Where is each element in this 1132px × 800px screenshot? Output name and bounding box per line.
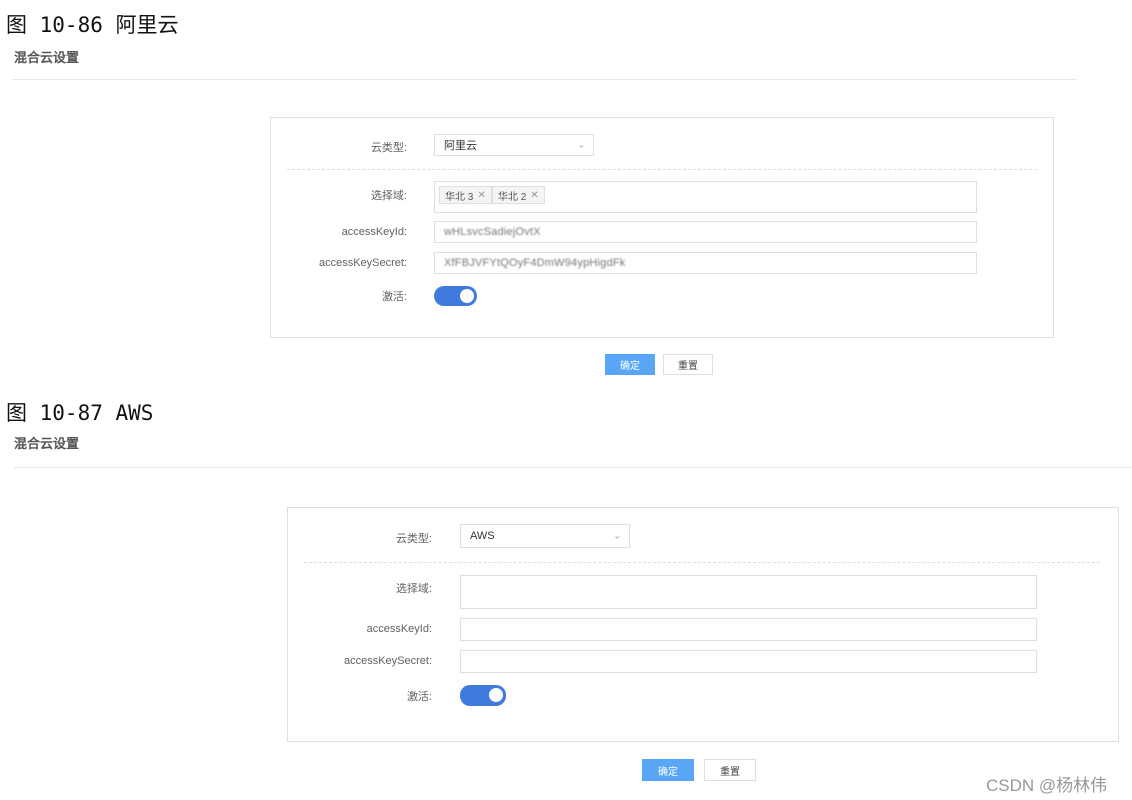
confirm-button[interactable]: 确定 xyxy=(642,759,694,781)
activate-label: 激活: xyxy=(381,291,407,303)
dashed-separator xyxy=(287,169,1037,170)
access-key-id-value: wHLsvcSadiejOvtX xyxy=(444,226,541,238)
cloud-type-value: AWS xyxy=(470,530,495,542)
confirm-button[interactable]: 确定 xyxy=(605,354,655,375)
settings-panel-2: 云类型: AWS ⌄ 选择域: accessKeyId: accessKeySe… xyxy=(287,507,1119,742)
section-title-2: 混合云设置 xyxy=(14,436,80,451)
access-key-secret-label: accessKeySecret: xyxy=(343,655,432,667)
region-tag-label: 华北 3 xyxy=(445,191,474,203)
settings-panel-1: 云类型: 阿里云 ⌄ 选择域: 华北 3 ✕ 华北 2 ✕ accessKeyI… xyxy=(270,117,1054,338)
figure-caption-1: 图 10-86 阿里云 xyxy=(6,13,179,37)
cloud-type-value: 阿里云 xyxy=(444,140,477,152)
cloud-type-label: 云类型: xyxy=(395,533,432,545)
region-tag: 华北 2 ✕ xyxy=(492,186,545,204)
cloud-type-select[interactable]: AWS ⌄ xyxy=(460,524,630,548)
access-key-secret-input[interactable] xyxy=(460,650,1037,673)
access-key-id-label: accessKeyId: xyxy=(366,623,432,635)
region-tag-label: 华北 2 xyxy=(498,191,527,203)
access-key-id-input[interactable] xyxy=(460,618,1037,641)
region-label: 选择域: xyxy=(395,583,432,595)
divider-1 xyxy=(12,79,1077,80)
chevron-down-icon: ⌄ xyxy=(577,139,585,150)
section-title-1: 混合云设置 xyxy=(14,50,80,65)
access-key-id-label: accessKeyId: xyxy=(341,226,407,238)
chevron-down-icon: ⌄ xyxy=(613,530,621,541)
watermark: CSDN @杨林伟 xyxy=(986,776,1108,795)
cloud-type-select[interactable]: 阿里云 ⌄ xyxy=(434,134,594,156)
switch-knob xyxy=(460,289,474,303)
access-key-id-input[interactable]: wHLsvcSadiejOvtX xyxy=(434,221,977,243)
switch-knob xyxy=(489,688,503,702)
region-label: 选择域: xyxy=(370,190,407,202)
close-icon[interactable]: ✕ xyxy=(530,190,538,201)
divider-2 xyxy=(14,467,1132,468)
region-multiselect[interactable]: 华北 3 ✕ 华北 2 ✕ xyxy=(434,181,977,213)
close-icon[interactable]: ✕ xyxy=(477,190,485,201)
cloud-type-label: 云类型: xyxy=(370,142,407,154)
access-key-secret-value: XfFBJVFYtQOyF4DmW94ypHigdFk xyxy=(444,257,626,269)
activate-label: 激活: xyxy=(406,691,432,703)
figure-caption-2: 图 10-87 AWS xyxy=(6,401,154,425)
access-key-secret-input[interactable]: XfFBJVFYtQOyF4DmW94ypHigdFk xyxy=(434,252,977,274)
region-multiselect[interactable] xyxy=(460,575,1037,609)
reset-button[interactable]: 重置 xyxy=(704,759,756,781)
region-tag: 华北 3 ✕ xyxy=(439,186,492,204)
dashed-separator xyxy=(304,562,1100,563)
activate-switch[interactable] xyxy=(434,286,477,306)
activate-switch[interactable] xyxy=(460,685,506,706)
reset-button[interactable]: 重置 xyxy=(663,354,713,375)
access-key-secret-label: accessKeySecret: xyxy=(318,257,407,269)
